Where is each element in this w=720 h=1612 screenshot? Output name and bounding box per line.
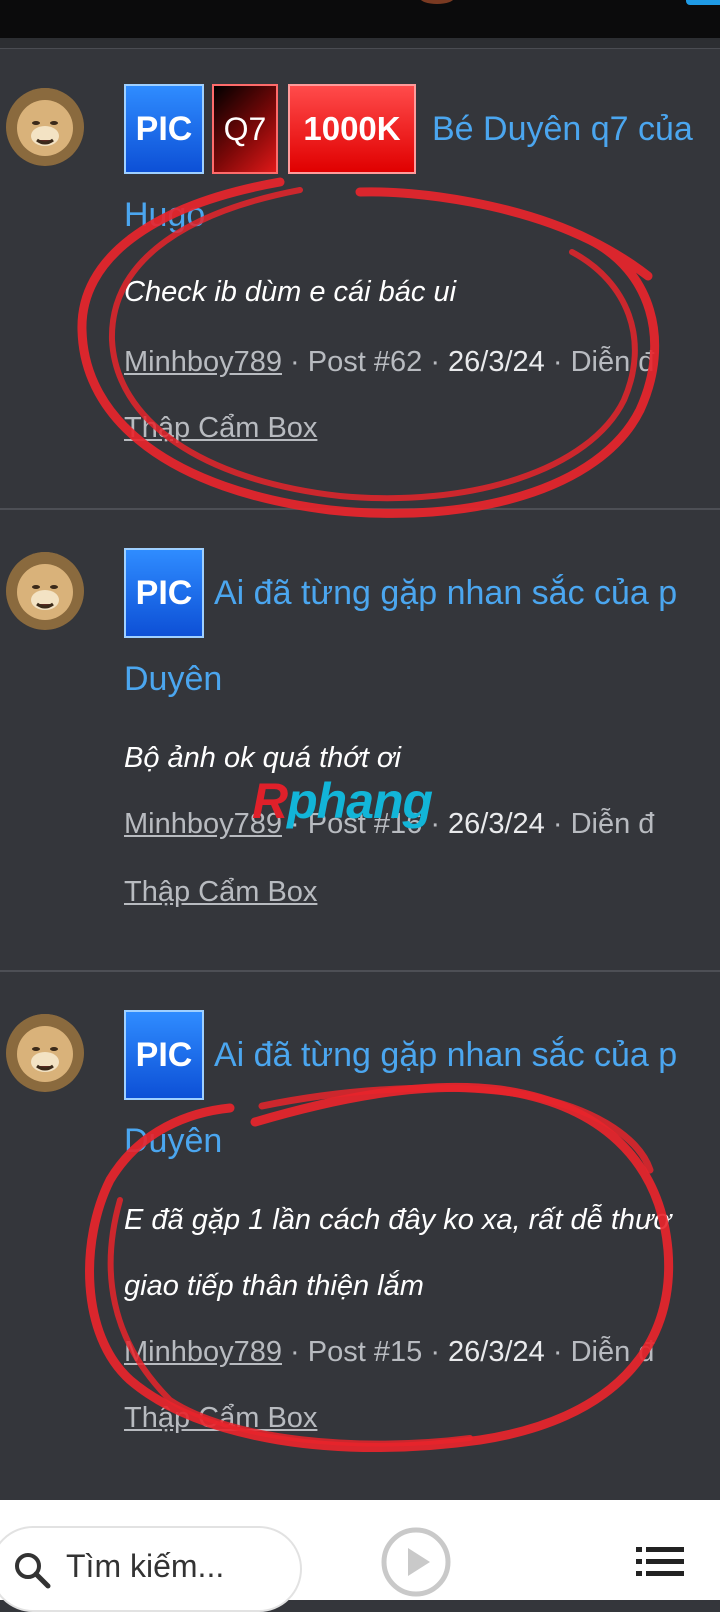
post-meta: Minhboy789 · Post #62 · 26/3/24 · Diễn đ [124, 346, 655, 378]
thread-title[interactable]: Bé Duyên q7 của [432, 110, 693, 149]
thread-title[interactable]: Ai đã từng gặp nhan sắc của p [214, 574, 677, 613]
board-link[interactable]: Thập Cẩm Box [124, 412, 317, 445]
list-menu-icon[interactable] [636, 1544, 684, 1580]
play-icon[interactable] [380, 1526, 452, 1598]
forum-name: Diễn đ [570, 808, 655, 840]
avatar[interactable] [6, 552, 84, 630]
author-link[interactable]: Minhboy789 [124, 346, 282, 378]
post-meta: Minhboy789 · Post #15 · 26/3/24 · Diễn đ [124, 1336, 655, 1368]
post-snippet: Check ib dùm e cái bác ui [124, 276, 457, 308]
post-date: 26/3/24 [448, 808, 545, 840]
thread-title-cont[interactable]: Duyên [124, 660, 222, 699]
q7-tag[interactable]: Q7 [212, 84, 278, 174]
post-snippet: E đã gặp 1 lần cách đây ko xa, rất dễ th… [124, 1204, 671, 1236]
post-date: 26/3/24 [448, 1336, 545, 1368]
pic-tag[interactable]: PIC [124, 84, 204, 174]
board-link[interactable]: Thập Cẩm Box [124, 1402, 317, 1435]
forum-name: Diễn đ [570, 346, 655, 378]
post-snippet: Bộ ảnh ok quá thớt ơi [124, 742, 401, 774]
notification-dot [420, 0, 454, 4]
thread-title[interactable]: Ai đã từng gặp nhan sắc của p [214, 1036, 677, 1075]
post-snippet-cont: giao tiếp thân thiện lắm [124, 1270, 424, 1302]
thread-title-cont[interactable]: Duyên [124, 1122, 222, 1161]
divider [0, 970, 720, 972]
search-input[interactable]: Tìm kiếm... [0, 1526, 302, 1612]
bottom-bar: Tìm kiếm... [0, 1500, 720, 1612]
board-link[interactable]: Thập Cẩm Box [124, 876, 317, 909]
forum-name: Diễn đ [570, 1336, 655, 1368]
post-date: 26/3/24 [448, 346, 545, 378]
search-placeholder: Tìm kiếm... [66, 1548, 225, 1584]
pic-tag[interactable]: PIC [124, 548, 204, 638]
avatar[interactable] [6, 1014, 84, 1092]
post-number: Post #15 [307, 1336, 423, 1368]
watermark-logo: Rphang [252, 773, 433, 829]
search-icon[interactable] [12, 1550, 52, 1590]
header-indicator [686, 0, 720, 5]
status-bar [0, 0, 720, 38]
avatar[interactable] [6, 88, 84, 166]
thread-title-cont[interactable]: Hugo [124, 196, 205, 235]
post-number: Post #62 [307, 346, 423, 378]
author-link[interactable]: Minhboy789 [124, 1336, 282, 1368]
header-shadow [0, 38, 720, 49]
divider [0, 508, 720, 510]
price-tag[interactable]: 1000K [288, 84, 416, 174]
pic-tag[interactable]: PIC [124, 1010, 204, 1100]
